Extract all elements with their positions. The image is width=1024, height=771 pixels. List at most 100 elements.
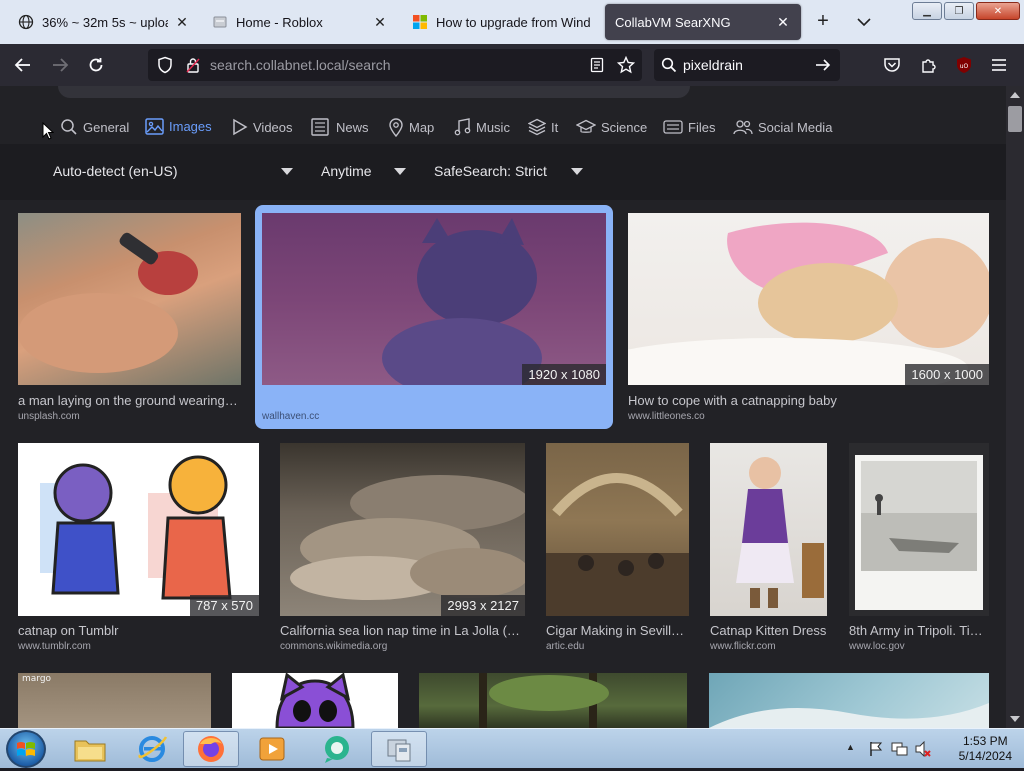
remote-desktop-icon[interactable]	[371, 731, 427, 767]
tab-files[interactable]: Files	[663, 108, 715, 146]
firefox-icon[interactable]	[183, 731, 239, 767]
tab-title: CollabVM SearXNG	[615, 14, 731, 30]
minimize-button[interactable]: ▁	[912, 2, 942, 20]
hamburger-menu-icon[interactable]	[988, 54, 1010, 76]
image-result[interactable]: Catnap Kitten Dress www.flickr.com	[710, 443, 827, 653]
people-icon	[733, 120, 753, 135]
image-result[interactable]: margo	[18, 673, 211, 728]
image-thumbnail[interactable]: 787 x 570	[18, 443, 259, 616]
clock-date: 5/14/2024	[958, 749, 1012, 763]
media-player-icon[interactable]	[244, 731, 300, 767]
tab-label: Images	[169, 118, 212, 134]
image-thumbnail[interactable]	[546, 443, 689, 616]
tab-searxng-active[interactable]: CollabVM SearXNG ✕	[605, 4, 801, 40]
close-window-button[interactable]: ✕	[976, 2, 1020, 20]
searxng-search-box[interactable]	[58, 86, 690, 98]
image-thumbnail[interactable]	[232, 673, 398, 728]
image-result[interactable]: 1600 x 1000 How to cope with a catnappin…	[628, 213, 989, 423]
image-thumbnail[interactable]	[709, 673, 989, 728]
close-icon[interactable]: ✕	[775, 14, 791, 30]
chevron-down-icon[interactable]	[281, 168, 293, 175]
tab-general[interactable]: General	[60, 108, 129, 146]
tab-videos[interactable]: Videos	[232, 108, 293, 146]
tab-windows-upgrade[interactable]: How to upgrade from Wind	[402, 4, 602, 40]
internet-explorer-icon[interactable]	[124, 731, 180, 767]
volume-muted-icon[interactable]	[914, 741, 932, 757]
pocket-icon[interactable]	[881, 54, 903, 76]
restore-button[interactable]: ❐	[944, 2, 974, 20]
tab-roblox[interactable]: Home - Roblox ✕	[202, 4, 398, 40]
chevron-down-icon[interactable]	[853, 11, 875, 33]
map-pin-icon	[389, 117, 403, 137]
image-result[interactable]	[419, 673, 687, 728]
image-result[interactable]	[709, 673, 989, 728]
image-result[interactable]: 787 x 570 catnap on Tumblr www.tumblr.co…	[18, 443, 259, 653]
image-result-selected[interactable]: 1920 x 1080 wallhaven.cc	[255, 205, 613, 429]
network-icon[interactable]	[891, 741, 909, 757]
image-result[interactable]	[232, 673, 398, 728]
nav-bar: search.collabnet.local/search pixeldrain…	[0, 44, 1024, 86]
ublock-origin-icon[interactable]: uO	[953, 54, 975, 76]
image-thumbnail[interactable]: 2993 x 2127	[280, 443, 525, 616]
image-result[interactable]: 2993 x 2127 California sea lion nap time…	[280, 443, 525, 653]
close-icon[interactable]: ✕	[372, 14, 388, 30]
image-thumbnail[interactable]	[18, 213, 241, 385]
image-thumbnail[interactable]	[849, 443, 989, 616]
scrollbar-thumb[interactable]	[1008, 106, 1022, 132]
image-thumbnail[interactable]	[710, 443, 827, 616]
image-thumbnail[interactable]	[419, 673, 687, 728]
page-scrollbar[interactable]	[1006, 86, 1024, 728]
tab-it[interactable]: It	[528, 108, 558, 146]
reload-icon[interactable]	[85, 54, 107, 76]
safesearch-select[interactable]: SafeSearch: Strict	[434, 163, 547, 179]
result-title[interactable]: 8th Army in Tripoli. Ti…	[849, 623, 989, 638]
image-thumbnail[interactable]: 1920 x 1080	[262, 213, 606, 385]
image-result[interactable]: 8th Army in Tripoli. Ti… www.loc.gov	[849, 443, 989, 653]
time-range-select[interactable]: Anytime	[321, 163, 372, 179]
tab-map[interactable]: Map	[388, 108, 434, 146]
tab-science[interactable]: Science	[576, 108, 647, 146]
result-title[interactable]: a man laying on the ground wearing …	[18, 393, 241, 408]
close-icon[interactable]: ✕	[174, 14, 190, 30]
chevron-down-icon[interactable]	[571, 168, 583, 175]
search-input[interactable]: pixeldrain	[683, 57, 743, 73]
image-result[interactable]: a man laying on the ground wearing … uns…	[18, 213, 241, 423]
lock-icon[interactable]	[182, 54, 204, 76]
start-button[interactable]	[6, 730, 46, 768]
result-source: www.flickr.com	[710, 641, 776, 652]
result-title[interactable]: California sea lion nap time in La Jolla…	[280, 623, 525, 638]
bookmark-star-icon[interactable]	[615, 54, 637, 76]
scroll-up-arrow-icon[interactable]	[1010, 92, 1020, 98]
back-arrow-icon[interactable]	[12, 54, 34, 76]
result-source: commons.wikimedia.org	[280, 641, 388, 652]
image-thumbnail[interactable]: 1600 x 1000	[628, 213, 989, 385]
search-bar[interactable]: pixeldrain	[654, 49, 840, 81]
url-bar[interactable]: search.collabnet.local/search	[148, 49, 642, 81]
image-result[interactable]: Cigar Making in Sevill… artic.edu	[546, 443, 689, 653]
tab-title: 36% ~ 32m 5s ~ uploading	[42, 14, 168, 30]
extensions-puzzle-icon[interactable]	[918, 54, 940, 76]
file-explorer-icon[interactable]	[62, 731, 118, 767]
forward-arrow-icon[interactable]	[49, 54, 71, 76]
chat-app-icon[interactable]	[309, 731, 365, 767]
tab-images[interactable]: Images	[145, 108, 212, 146]
result-title[interactable]: catnap on Tumblr	[18, 623, 259, 638]
new-tab-button[interactable]: +	[812, 11, 834, 33]
tab-music[interactable]: Music	[454, 108, 510, 146]
clock[interactable]: 1:53 PM 5/14/2024	[959, 734, 1012, 764]
result-title[interactable]: Cigar Making in Sevill…	[546, 623, 689, 638]
show-hidden-icons-icon[interactable]: ▲	[846, 742, 855, 752]
image-thumbnail[interactable]: margo	[18, 673, 211, 728]
action-center-flag-icon[interactable]	[868, 741, 884, 757]
language-select[interactable]: Auto-detect (en-US)	[53, 163, 178, 179]
scroll-down-arrow-icon[interactable]	[1010, 716, 1020, 722]
result-title[interactable]: Catnap Kitten Dress	[710, 623, 827, 638]
tab-upload[interactable]: 36% ~ 32m 5s ~ uploading ✕	[8, 4, 200, 40]
tab-news[interactable]: News	[311, 108, 369, 146]
chevron-down-icon[interactable]	[394, 168, 406, 175]
shield-icon[interactable]	[154, 54, 176, 76]
result-title[interactable]: How to cope with a catnapping baby	[628, 393, 989, 408]
arrow-right-icon[interactable]	[812, 54, 834, 76]
tab-social-media[interactable]: Social Media	[733, 108, 832, 146]
reader-view-icon[interactable]	[586, 54, 608, 76]
